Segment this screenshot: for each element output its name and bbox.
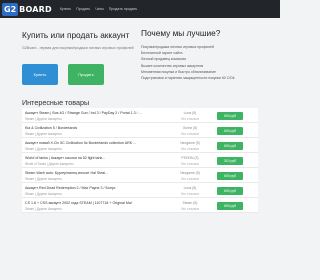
why-us-title: Почему мы лучшие? <box>141 28 221 38</box>
top-navbar: G2 BOARD Купить Продать Чаты Продать про… <box>0 0 280 18</box>
nav-link-more[interactable]: Продать продать <box>109 7 137 11</box>
listing-seller[interactable]: Steam (5) <box>170 201 210 205</box>
listing-price-badge[interactable]: 600 руб <box>217 141 243 150</box>
listing-price-badge[interactable]: 600 руб <box>217 171 243 180</box>
listing-row[interactable]: CS 1.6 + CSS аккаунт 2002 года STEAM | 1… <box>22 198 258 213</box>
listing-title[interactable]: CS 1.6 + CSS аккаунт 2002 года STEAM | 1… <box>25 201 145 205</box>
listing-row[interactable]: World of tanks | Аккаунт ссылка на 52 fi… <box>22 153 258 168</box>
why-us-item: Подстраховка и гарантия защищенности пок… <box>141 76 235 81</box>
sell-button[interactable]: Продать <box>68 64 104 85</box>
listing-title[interactable]: Kia & Civilization 5 / Borderlands <box>25 126 145 130</box>
listing-price-badge[interactable]: 600 руб <box>217 126 243 135</box>
listings-list: Аккаунт Steam | Bus 4G / Strange Gun / I… <box>22 108 258 213</box>
listing-category: Steam | Другие Аккаунты <box>25 146 62 151</box>
logo-mark: G2 <box>2 2 19 16</box>
listing-seller[interactable]: Nexgame (5) <box>170 171 210 175</box>
listing-seller[interactable]: PSHON (3) <box>170 156 210 160</box>
why-us-section: Почему мы лучшие? Покупка/продажа личных… <box>141 28 271 81</box>
listing-category: Steam | Другие Аккаунты <box>25 206 62 211</box>
listing-title[interactable]: World of tanks | Аккаунт ссылка на 52 fi… <box>25 156 145 160</box>
nav-link-buy[interactable]: Купить <box>60 7 71 11</box>
listing-seller[interactable]: Лонги (5) <box>170 126 210 130</box>
listing-title[interactable]: Steam Warh auto: Бургер/палец вносит Hal… <box>25 171 145 175</box>
listing-category: World of Tanks | Другие Аккаунты <box>25 161 74 166</box>
listing-category: Steam | Другие Аккаунты <box>25 176 62 181</box>
main-nav: Купить Продать Чаты Продать продать <box>60 7 137 11</box>
listing-row[interactable]: Steam Warh auto: Бургер/палец вносит Hal… <box>22 168 258 183</box>
listing-row[interactable]: Аккаунт Red Dead Redemption 2 / Max Payn… <box>22 183 258 198</box>
listing-rating: без отзывов <box>181 176 199 181</box>
listing-rating: без отзывов <box>181 206 199 211</box>
buy-button[interactable]: Купить <box>22 64 58 85</box>
listings-title: Интересные товары <box>22 98 90 107</box>
listing-seller[interactable]: Luna (5) <box>170 186 210 190</box>
nav-link-chats[interactable]: Чаты <box>95 7 104 11</box>
listing-title[interactable]: Аккаунт Steam | Bus 4G / Strange Gun / I… <box>25 111 145 115</box>
listing-category: Steam | Другие Аккаунты <box>25 191 62 196</box>
listing-price-badge[interactable]: 600 руб <box>217 186 243 195</box>
listing-row[interactable]: Аккаунт новый X.Civ 5C Civilization 5c B… <box>22 138 258 153</box>
why-us-list: Покупка/продажа личных игровых профилей … <box>141 44 271 81</box>
listing-rating: без отзывов <box>181 131 199 136</box>
listing-price-badge[interactable]: 600 руб <box>217 111 243 120</box>
listing-price-badge[interactable]: 600 руб <box>217 201 243 210</box>
listing-title[interactable]: Аккаунт Red Dead Redemption 2 / Max Payn… <box>25 186 145 190</box>
listing-row[interactable]: Аккаунт Steam | Bus 4G / Strange Gun / I… <box>22 108 258 123</box>
site-logo[interactable]: G2 BOARD <box>2 0 52 18</box>
listing-rating: без отзывов <box>181 161 199 166</box>
listing-title[interactable]: Аккаунт новый X.Civ 5C Civilization 5c B… <box>25 141 145 145</box>
logo-text: BOARD <box>19 4 52 14</box>
listing-rating: без отзывов <box>181 116 199 121</box>
listing-rating: без отзывов <box>181 146 199 151</box>
listing-category: Steam | Другие Аккаунты <box>25 131 62 136</box>
listing-seller[interactable]: Luna (5) <box>170 111 210 115</box>
listing-rating: без отзывов <box>181 191 199 196</box>
listing-row[interactable]: Kia & Civilization 5 / Borderlands Steam… <box>22 123 258 138</box>
listing-seller[interactable]: Nexgame (5) <box>170 141 210 145</box>
listing-category: Steam | Другие Аккаунты <box>25 116 62 121</box>
listing-price-badge[interactable]: 310 руб <box>217 156 243 165</box>
nav-link-sell[interactable]: Продать <box>76 7 90 11</box>
